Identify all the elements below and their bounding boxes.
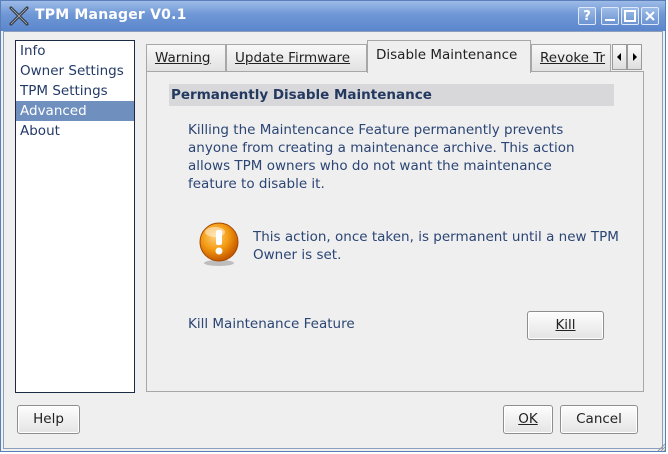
disable-maintenance-panel: Permanently Disable Maintenance Killing … [146,71,644,392]
sidebar-item-advanced[interactable]: Advanced [16,101,134,121]
resize-grip-icon[interactable] [656,442,666,452]
chevron-right-icon [633,53,637,61]
maximize-button[interactable] [621,7,639,25]
help-title-button[interactable]: ? [578,7,596,25]
close-button[interactable] [641,7,659,25]
ok-button[interactable]: OK [503,405,553,434]
tab-update-firmware[interactable]: Update Firmware [226,44,367,71]
sidebar-item-info[interactable]: Info [16,41,134,61]
section-heading: Permanently Disable Maintenance [169,84,614,106]
close-icon [645,11,655,21]
title-bar[interactable]: TPM Manager V0.1 ? [1,1,665,31]
chevron-left-icon [617,53,621,61]
description-text: Killing the Maintencance Feature permane… [188,122,575,192]
sidebar-item-about[interactable]: About [16,121,134,141]
tab-warning-label: Warning [155,50,211,66]
kill-button[interactable]: Kill [527,311,604,340]
tab-revoke-trust[interactable]: Revoke Tr [531,44,611,71]
tab-disable-maintenance[interactable]: Disable Maintenance [367,40,531,73]
tab-revoke-trust-label: Revoke Tr [540,50,606,66]
ok-button-label: OK [518,411,538,427]
tab-scroll-left-button[interactable] [612,44,627,70]
sidebar-list[interactable]: Info Owner Settings TPM Settings Advance… [15,40,135,393]
help-button[interactable]: Help [17,405,80,434]
window-title: TPM Manager V0.1 [35,7,187,23]
warning-text: This action, once taken, is permanent un… [253,229,619,263]
tab-update-firmware-label: Update Firmware [235,50,351,66]
tab-warning[interactable]: Warning [146,44,226,71]
cancel-button[interactable]: Cancel [560,405,638,434]
tab-disable-maintenance-label: Disable Maintenance [376,47,518,63]
minimize-button[interactable] [601,7,619,25]
kill-maintenance-label: Kill Maintenance Feature [188,316,355,332]
app-icon [9,6,29,26]
sidebar-item-tpm-settings[interactable]: TPM Settings [16,81,134,101]
warning-icon [199,222,239,266]
minimize-icon [605,19,615,21]
maximize-icon [624,10,636,22]
tab-scroll-right-button[interactable] [627,44,642,70]
kill-button-label: Kill [555,317,576,333]
sidebar-item-owner-settings[interactable]: Owner Settings [16,61,134,81]
